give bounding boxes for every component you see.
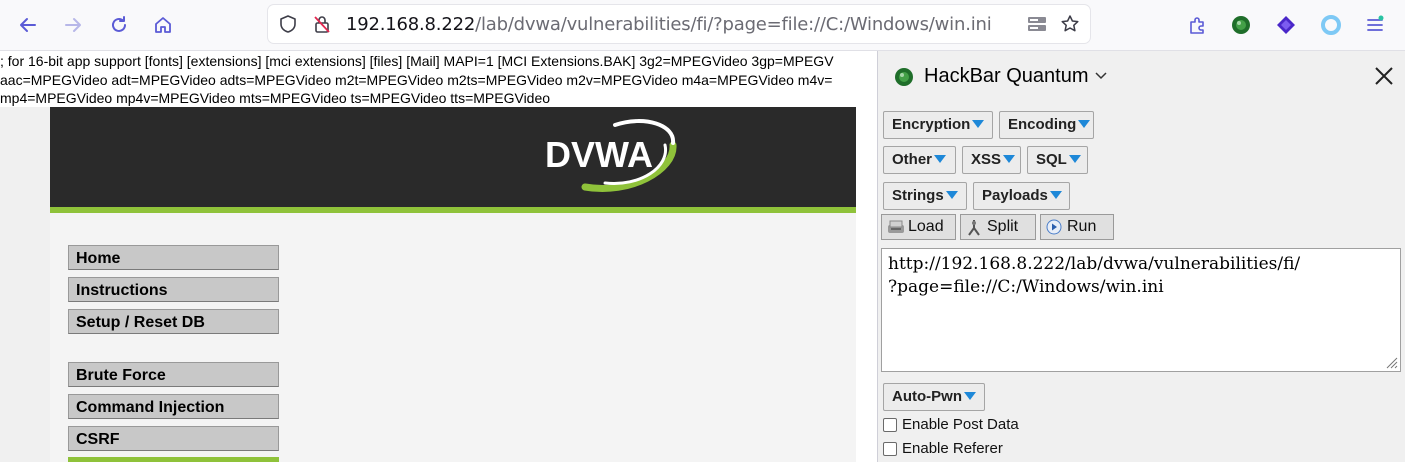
resize-grip-icon[interactable] <box>1384 355 1398 369</box>
dropdown-arrow-icon <box>934 155 947 163</box>
menu-item-setup-reset-db[interactable]: Setup / Reset DB <box>68 309 279 334</box>
split-icon <box>968 220 980 236</box>
hackbar-logo-icon <box>895 68 913 86</box>
encryption-dropdown[interactable]: Encryption <box>883 111 993 139</box>
payloads-label: Payloads <box>982 187 1048 204</box>
url-host: 192.168.8.222 <box>346 14 476 35</box>
reload-button[interactable] <box>103 9 135 41</box>
dropdown-arrow-icon <box>1068 155 1081 163</box>
hackbar-extension-icon[interactable] <box>1228 12 1254 38</box>
hackbar-title-text: HackBar Quantum <box>924 65 1089 87</box>
included-line: ; for 16-bit app support [fonts] [extens… <box>0 53 834 69</box>
back-arrow-icon <box>20 18 36 32</box>
enable-referer-label: Enable Referer <box>902 440 1003 457</box>
chevron-down-icon <box>1094 72 1107 80</box>
split-label: Split <box>987 218 1019 235</box>
forward-button[interactable] <box>57 9 89 41</box>
other-label: Other <box>892 151 933 168</box>
enable-post-data-option[interactable]: Enable Post Data <box>883 416 1019 433</box>
close-icon[interactable] <box>1373 65 1395 87</box>
menu-item-csrf[interactable]: CSRF <box>68 426 279 451</box>
included-line: mp4=MPEGVideo mp4v=MPEGVideo mts=MPEGVid… <box>0 90 551 106</box>
other-dropdown[interactable]: Other <box>883 146 956 174</box>
run-button[interactable]: Run <box>1040 214 1114 240</box>
enable-referer-checkbox[interactable] <box>883 441 897 456</box>
dvwa-logo: DVWA <box>545 119 677 192</box>
dropdown-arrow-icon <box>963 392 976 400</box>
xss-dropdown[interactable]: XSS <box>962 146 1021 174</box>
run-label: Run <box>1067 218 1097 235</box>
enable-post-data-label: Enable Post Data <box>902 416 1019 433</box>
layers-extension-icon[interactable] <box>1273 12 1299 38</box>
reload-icon <box>112 16 126 32</box>
extensions-puzzle-icon[interactable] <box>1184 12 1210 38</box>
storage-icon[interactable] <box>1026 15 1048 33</box>
dropdown-arrow-icon <box>972 120 985 128</box>
home-button[interactable] <box>147 9 179 41</box>
dvwa-body: Home Instructions Setup / Reset DB Brute… <box>50 213 856 462</box>
xss-label: XSS <box>971 151 1002 168</box>
strings-label: Strings <box>892 187 944 204</box>
menu-item-instructions[interactable]: Instructions <box>68 277 279 302</box>
bookmark-star-icon[interactable] <box>1060 14 1080 34</box>
sql-dropdown[interactable]: SQL <box>1027 146 1088 174</box>
auto-pwn-dropdown[interactable]: Auto-Pwn <box>883 383 985 411</box>
browser-toolbar: 192.168.8.222/lab/dvwa/vulnerabilities/f… <box>0 0 1405 51</box>
menu-item-command-injection[interactable]: Command Injection <box>68 394 279 419</box>
enable-post-data-checkbox[interactable] <box>883 417 897 432</box>
page-content: ; for 16-bit app support [fonts] [extens… <box>0 51 856 462</box>
menu-item-brute-force[interactable]: Brute Force <box>68 362 279 387</box>
strings-dropdown[interactable]: Strings <box>883 182 967 210</box>
textarea-line: ?page=file://C:/Windows/win.ini <box>888 277 1164 297</box>
back-button[interactable] <box>12 9 44 41</box>
shield-icon[interactable] <box>278 14 298 34</box>
split-button[interactable]: Split <box>960 214 1036 240</box>
sql-label: SQL <box>1036 151 1067 168</box>
encryption-label: Encryption <box>892 116 971 133</box>
circle-extension-icon[interactable] <box>1318 12 1344 38</box>
enable-referer-option[interactable]: Enable Referer <box>883 440 1003 457</box>
dvwa-logo-text: DVWA <box>545 134 653 175</box>
url-textarea[interactable]: http://192.168.8.222/lab/dvwa/vulnerabil… <box>881 248 1401 372</box>
url-text[interactable]: 192.168.8.222/lab/dvwa/vulnerabilities/f… <box>346 14 992 35</box>
included-file-output: ; for 16-bit app support [fonts] [extens… <box>0 51 856 107</box>
dropdown-arrow-icon <box>1049 191 1062 199</box>
textarea-line: http://192.168.8.222/lab/dvwa/vulnerabil… <box>888 254 1301 274</box>
run-icon <box>1046 219 1062 235</box>
load-icon <box>888 220 904 233</box>
auto-pwn-label: Auto-Pwn <box>892 388 962 405</box>
menu-item-home[interactable]: Home <box>68 245 279 270</box>
dropdown-arrow-icon <box>945 191 958 199</box>
dropdown-arrow-icon <box>1003 155 1016 163</box>
address-bar[interactable]: 192.168.8.222/lab/dvwa/vulnerabilities/f… <box>268 5 1090 43</box>
hackbar-title[interactable]: HackBar Quantum <box>924 65 1107 88</box>
menu-item-active-edge[interactable] <box>68 457 279 462</box>
dropdown-arrow-icon <box>1078 120 1091 128</box>
encoding-label: Encoding <box>1008 116 1077 133</box>
dvwa-header: DVWA <box>50 107 856 213</box>
insecure-lock-icon[interactable] <box>312 14 332 34</box>
load-button[interactable]: Load <box>881 214 956 240</box>
app-menu-icon[interactable] <box>1362 12 1388 38</box>
included-line: aac=MPEGVideo adt=MPEGVideo adts=MPEGVid… <box>0 71 833 88</box>
payloads-dropdown[interactable]: Payloads <box>973 182 1070 210</box>
home-icon <box>155 17 171 33</box>
load-label: Load <box>908 218 944 235</box>
forward-arrow-icon <box>65 18 81 32</box>
encoding-dropdown[interactable]: Encoding <box>999 111 1094 139</box>
url-path: /lab/dvwa/vulnerabilities/fi/?page=file:… <box>475 14 992 35</box>
